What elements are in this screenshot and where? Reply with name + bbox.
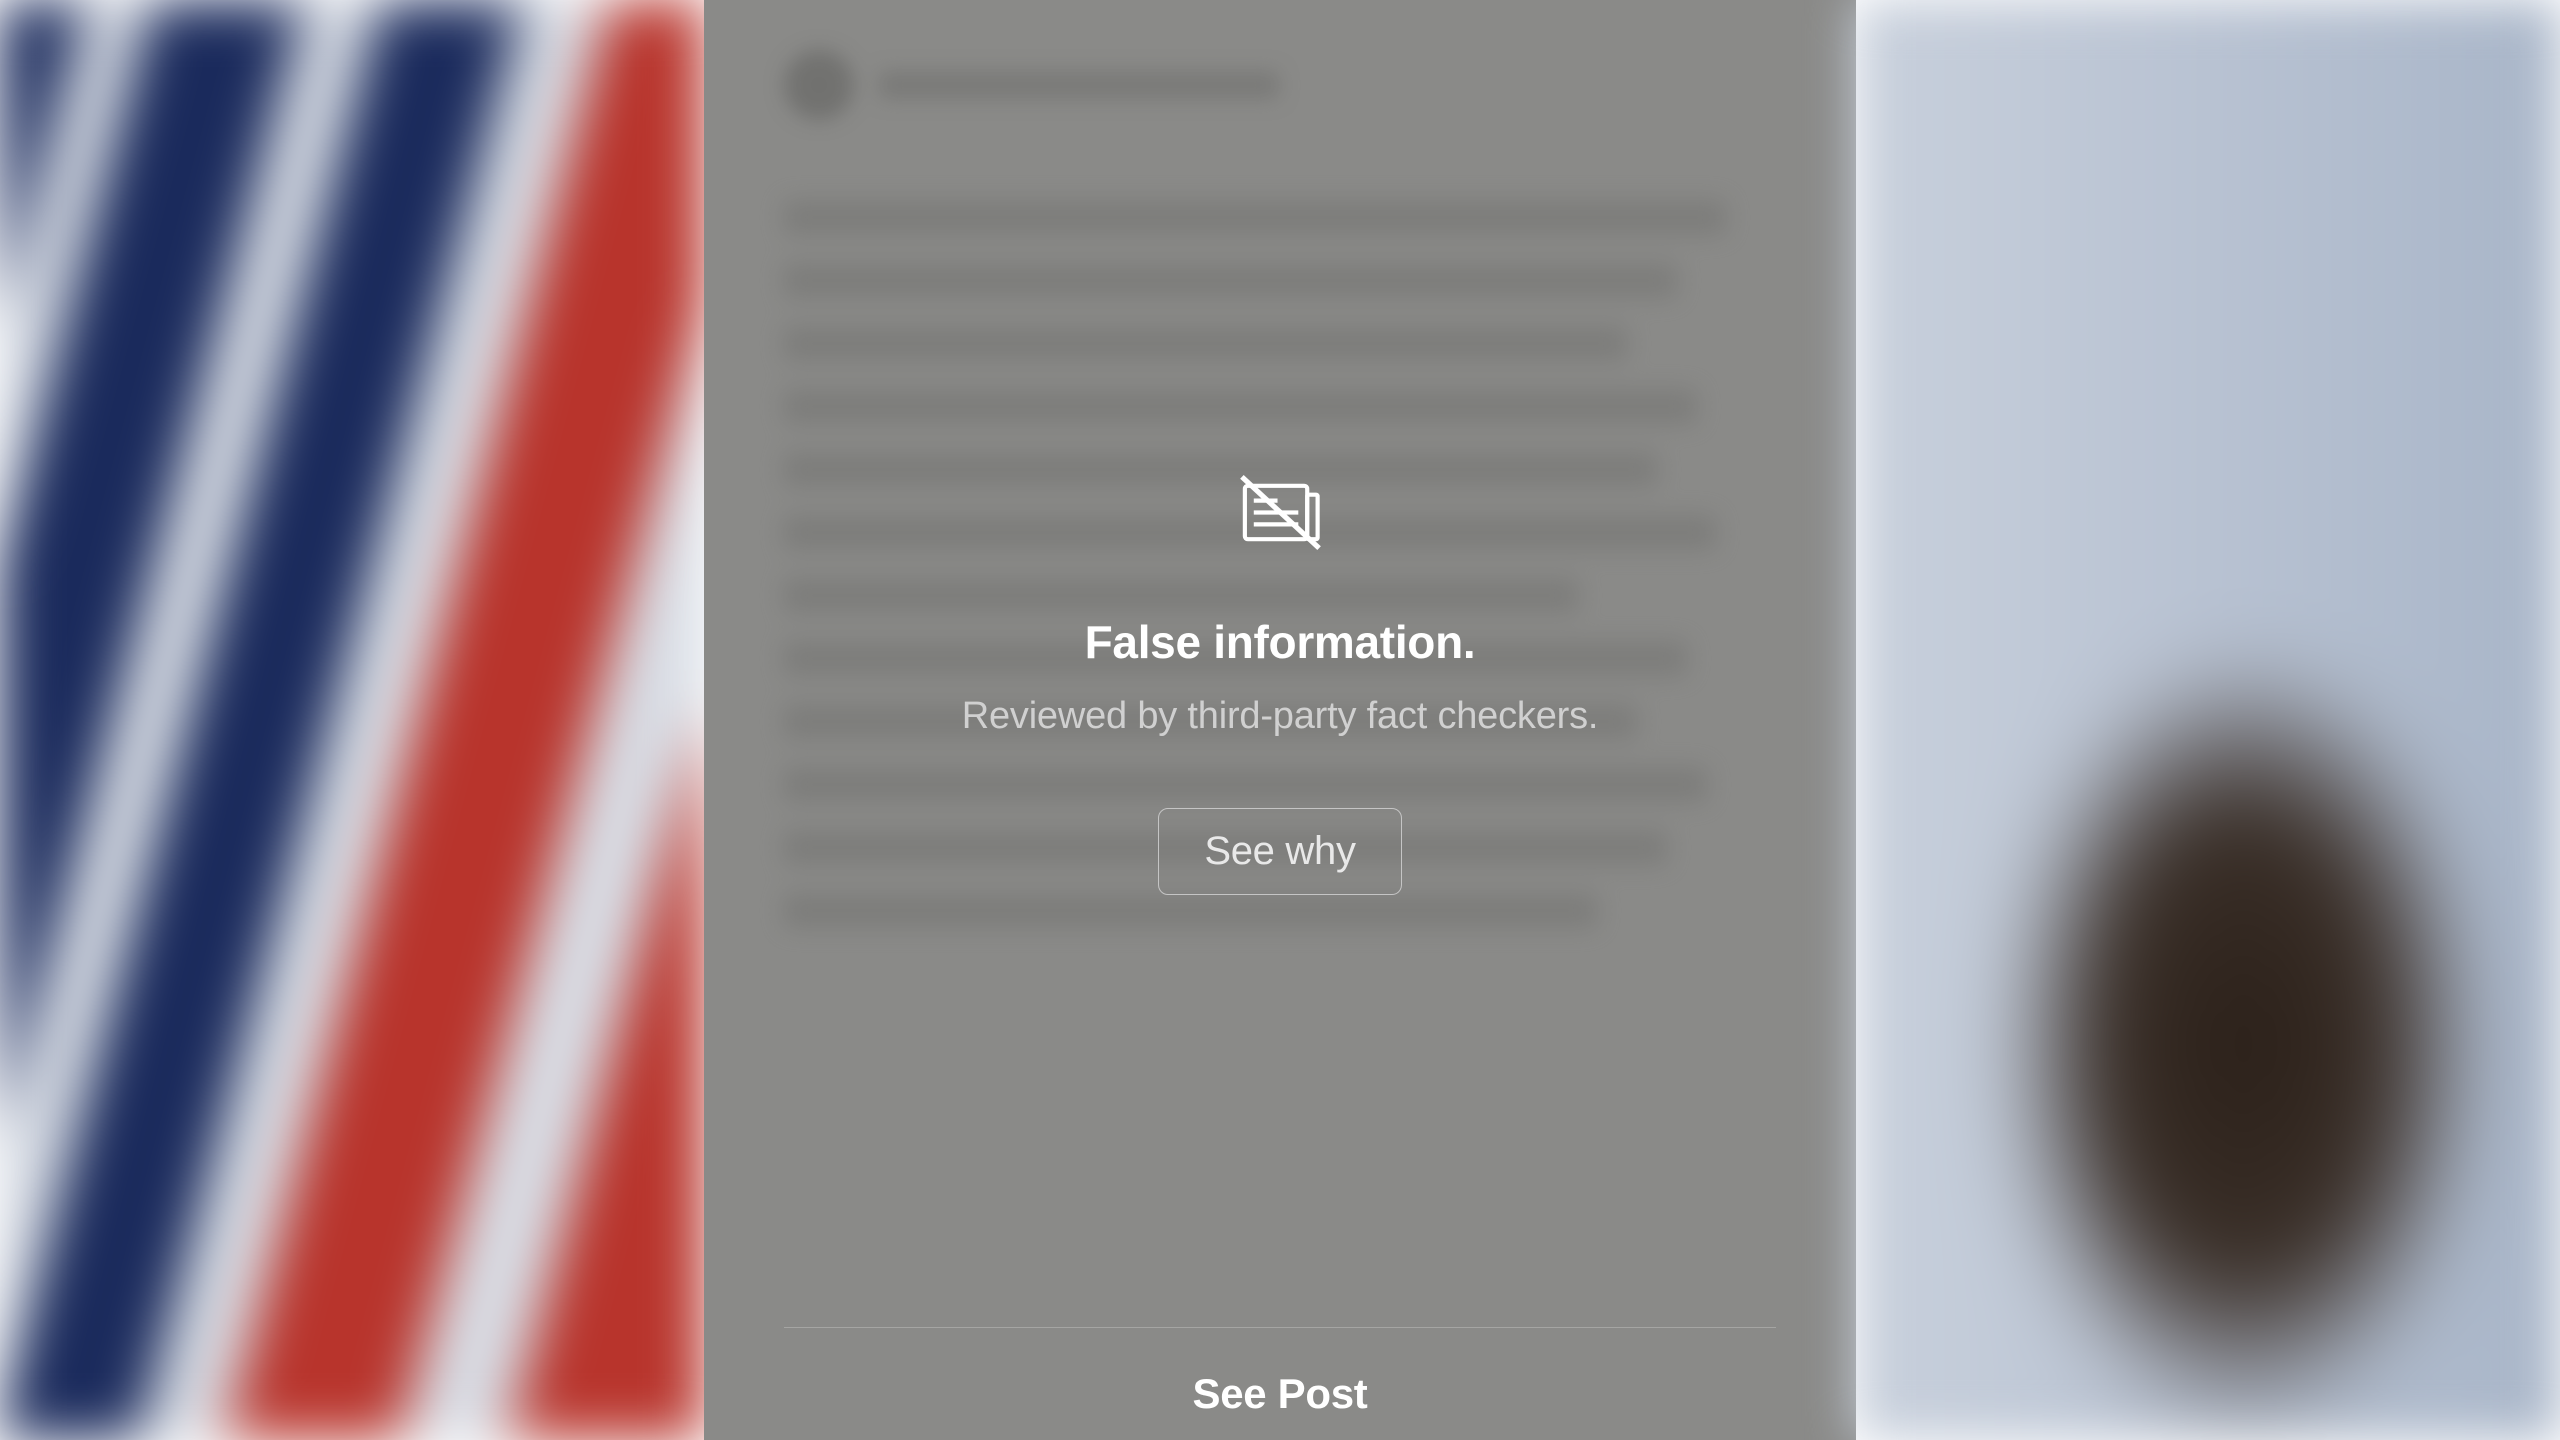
footer-divider [784, 1327, 1776, 1328]
warning-subtitle: Reviewed by third-party fact checkers. [962, 695, 1599, 738]
see-why-button[interactable]: See why [1158, 808, 1401, 895]
warning-title: False information. [1085, 615, 1476, 669]
false-info-icon [1233, 465, 1328, 565]
see-post-button[interactable]: See Post [784, 1370, 1776, 1440]
background-right [1856, 0, 2560, 1440]
background-container: False information. Reviewed by third-par… [0, 0, 2560, 1440]
overlay-footer: See Post [704, 1327, 1856, 1440]
warning-overlay: False information. Reviewed by third-par… [704, 0, 1856, 1440]
post-overlay-panel: False information. Reviewed by third-par… [704, 0, 1856, 1440]
background-left-flag [0, 0, 704, 1440]
